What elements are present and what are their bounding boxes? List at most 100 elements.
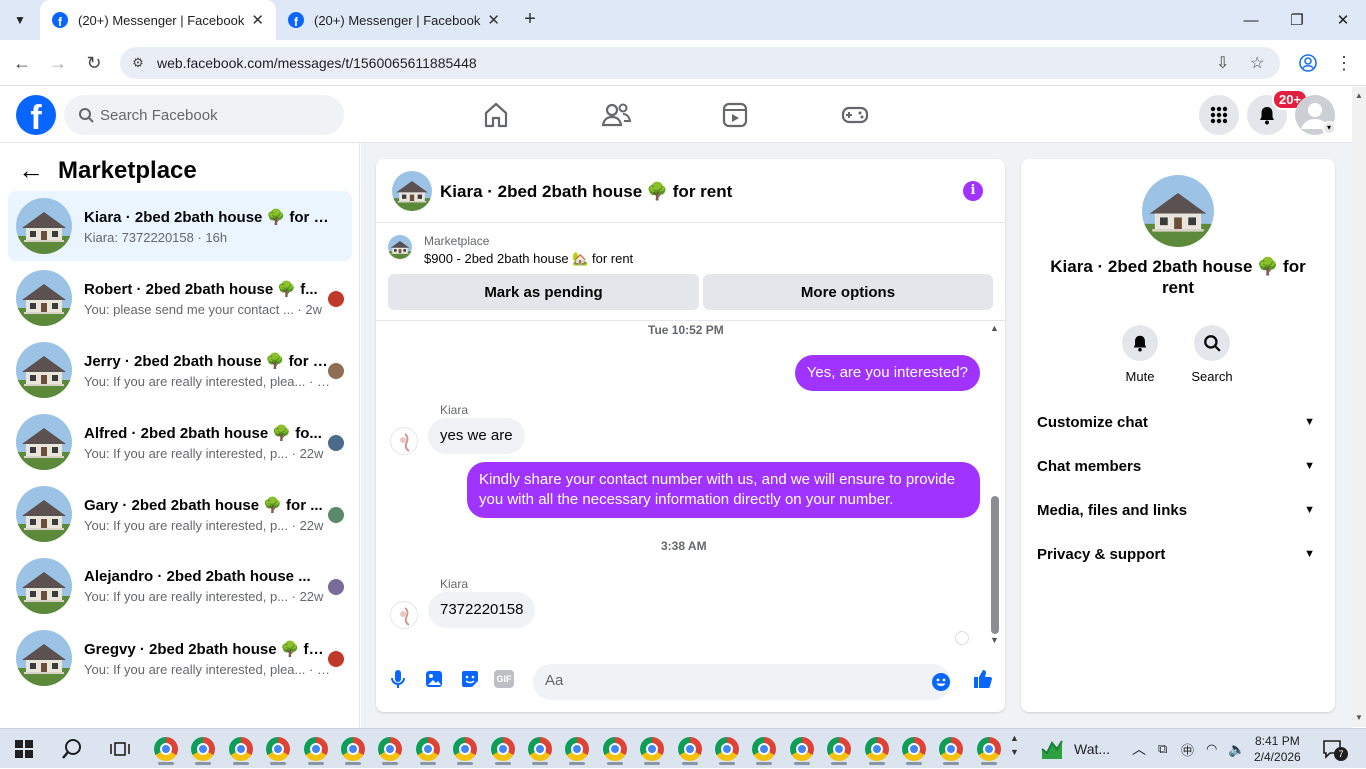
scroll-thumb[interactable] <box>991 496 999 634</box>
home-icon[interactable] <box>479 99 513 131</box>
scroll-up-icon[interactable]: ▲ <box>1355 91 1363 100</box>
facebook-search-box[interactable] <box>64 95 344 135</box>
more-options-button[interactable]: More options <box>703 274 993 310</box>
back-icon[interactable]: ← <box>10 51 34 75</box>
taskbar-chrome-icon[interactable] <box>636 733 668 765</box>
install-app-icon[interactable]: ⇩ <box>1216 53 1229 73</box>
message-incoming[interactable]: yes we are <box>428 418 525 454</box>
page-scrollbar[interactable]: ▲ ▼ <box>1352 87 1366 727</box>
scroll-down-icon[interactable]: ▼ <box>990 635 999 645</box>
photo-icon[interactable] <box>422 667 446 691</box>
mute-button[interactable]: Mute <box>1110 325 1170 384</box>
forward-icon[interactable]: → <box>46 51 70 75</box>
media-files-links-section[interactable]: Media, files and links ▼ <box>1037 492 1319 528</box>
input-method-icon[interactable]: ㊥ <box>1181 729 1194 769</box>
taskbar-chrome-icon[interactable] <box>300 733 332 765</box>
microphone-icon[interactable] <box>386 667 410 691</box>
sender-avatar[interactable] <box>390 427 418 455</box>
taskbar-chrome-icon[interactable] <box>449 733 481 765</box>
chat-members-section[interactable]: Chat members ▼ <box>1037 448 1319 484</box>
message-outgoing[interactable]: Yes, are you interested? <box>794 355 980 391</box>
listing-thumbnail[interactable] <box>388 235 412 259</box>
taskbar-chrome-icon[interactable] <box>973 733 1005 765</box>
close-tab-icon[interactable]: ✕ <box>251 11 264 29</box>
windows-start-icon[interactable] <box>8 733 40 765</box>
taskbar-chrome-icon[interactable] <box>262 733 294 765</box>
conversation-item[interactable]: Alfred · 2bed 2bath house 🌳 fo... You: If… <box>8 407 352 477</box>
emoji-icon[interactable] <box>931 672 951 692</box>
taskbar-chrome-icon[interactable] <box>935 733 967 765</box>
close-tab-icon[interactable]: ✕ <box>487 11 500 29</box>
search-conversation-button[interactable]: Search <box>1182 325 1242 384</box>
new-tab-button[interactable]: + <box>518 8 542 32</box>
conversation-item[interactable]: Robert · 2bed 2bath house 🌳 f... You: ple… <box>8 263 352 333</box>
taskbar-chrome-icon[interactable] <box>374 733 406 765</box>
taskbar-chrome-icon[interactable] <box>861 733 893 765</box>
taskbar-chrome-icon[interactable] <box>150 733 182 765</box>
weather-widget[interactable]: Wat... <box>1040 729 1110 769</box>
tab-search-dropdown-icon[interactable]: ▼ <box>8 8 32 32</box>
conversation-item[interactable]: Gary · 2bed 2bath house 🌳 for ... You: If… <box>8 479 352 549</box>
minimize-button[interactable]: — <box>1228 0 1274 40</box>
back-arrow-icon[interactable]: ← <box>18 155 44 186</box>
listing-title[interactable]: $900 - 2bed 2bath house 🏡 for rent <box>424 251 633 267</box>
sender-avatar[interactable] <box>390 601 418 629</box>
conversation-item[interactable]: Jerry · 2bed 2bath house 🌳 for rent You: … <box>8 335 352 405</box>
task-view-icon[interactable] <box>104 733 136 765</box>
close-window-button[interactable]: ✕ <box>1320 0 1366 40</box>
taskbar-chrome-icon[interactable] <box>823 733 855 765</box>
contact-avatar[interactable] <box>1142 175 1214 247</box>
meet-icon[interactable]: ⧉ <box>1158 729 1167 769</box>
friends-icon[interactable] <box>599 99 633 131</box>
message-input[interactable] <box>545 672 905 689</box>
facebook-logo[interactable]: f <box>16 95 56 135</box>
taskbar-search-icon[interactable] <box>56 733 88 765</box>
account-chevron-icon[interactable]: ▾ <box>1322 121 1336 135</box>
site-settings-icon[interactable]: ⚙ <box>128 53 148 73</box>
mark-as-pending-button[interactable]: Mark as pending <box>388 274 699 310</box>
search-input[interactable] <box>100 106 320 124</box>
scroll-up-icon[interactable]: ▲ <box>990 323 999 333</box>
browser-tab-1[interactable]: f (20+) Messenger | Facebook ✕ <box>40 0 276 40</box>
chat-avatar[interactable] <box>392 171 432 211</box>
taskbar-chrome-icon[interactable] <box>898 733 930 765</box>
taskbar-chrome-icon[interactable] <box>711 733 743 765</box>
browser-tab-2[interactable]: f (20+) Messenger | Facebook ✕ <box>276 0 512 40</box>
taskbar-chrome-icon[interactable] <box>487 733 519 765</box>
message-outgoing[interactable]: Kindly share your contact number with us… <box>467 462 980 518</box>
bookmark-star-icon[interactable]: ☆ <box>1250 53 1264 73</box>
taskbar-chrome-icon[interactable] <box>786 733 818 765</box>
conversation-item[interactable]: Alejandro · 2bed 2bath house ... You: If … <box>8 551 352 621</box>
clock[interactable]: 8:41 PM 2/4/2026 <box>1254 729 1301 769</box>
taskbar-chrome-icon[interactable] <box>225 733 257 765</box>
taskbar-chrome-icon[interactable] <box>337 733 369 765</box>
taskbar-chrome-icon[interactable] <box>561 733 593 765</box>
taskbar-chrome-icon[interactable] <box>674 733 706 765</box>
menu-grid-icon[interactable] <box>1199 95 1239 135</box>
info-icon[interactable]: i <box>963 181 983 201</box>
message-input-box[interactable] <box>533 664 951 700</box>
tray-chevron-icon[interactable]: ︿ <box>1132 729 1146 769</box>
notification-center-icon[interactable]: 7 <box>1322 729 1348 769</box>
gif-button[interactable]: GIF <box>494 670 514 688</box>
taskbar-chrome-icon[interactable] <box>412 733 444 765</box>
reload-icon[interactable]: ↻ <box>82 51 106 75</box>
conversation-item[interactable]: Gregvy · 2bed 2bath house 🌳 for ... You: … <box>8 623 352 693</box>
wifi-icon[interactable]: ◠ <box>1206 729 1217 769</box>
taskbar-chrome-icon[interactable] <box>524 733 556 765</box>
customize-chat-section[interactable]: Customize chat ▼ <box>1037 404 1319 440</box>
privacy-support-section[interactable]: Privacy & support ▼ <box>1037 536 1319 572</box>
volume-icon[interactable]: 🔈 <box>1228 729 1245 769</box>
browser-menu-icon[interactable]: ⋮ <box>1332 51 1356 75</box>
url-text[interactable]: web.facebook.com/messages/t/156006561188… <box>157 55 477 71</box>
taskbar-overflow-icon[interactable]: ▲ ▼ <box>1010 731 1019 759</box>
scroll-down-icon[interactable]: ▼ <box>1355 713 1363 722</box>
taskbar-chrome-icon[interactable] <box>748 733 780 765</box>
omnibox[interactable]: ⚙ web.facebook.com/messages/t/1560065611… <box>120 47 1280 79</box>
like-thumb-icon[interactable] <box>971 667 995 691</box>
sticker-icon[interactable] <box>458 667 482 691</box>
taskbar-chrome-icon[interactable] <box>599 733 631 765</box>
gaming-icon[interactable] <box>838 99 872 131</box>
taskbar-chrome-icon[interactable] <box>187 733 219 765</box>
profile-icon[interactable] <box>1296 51 1320 75</box>
